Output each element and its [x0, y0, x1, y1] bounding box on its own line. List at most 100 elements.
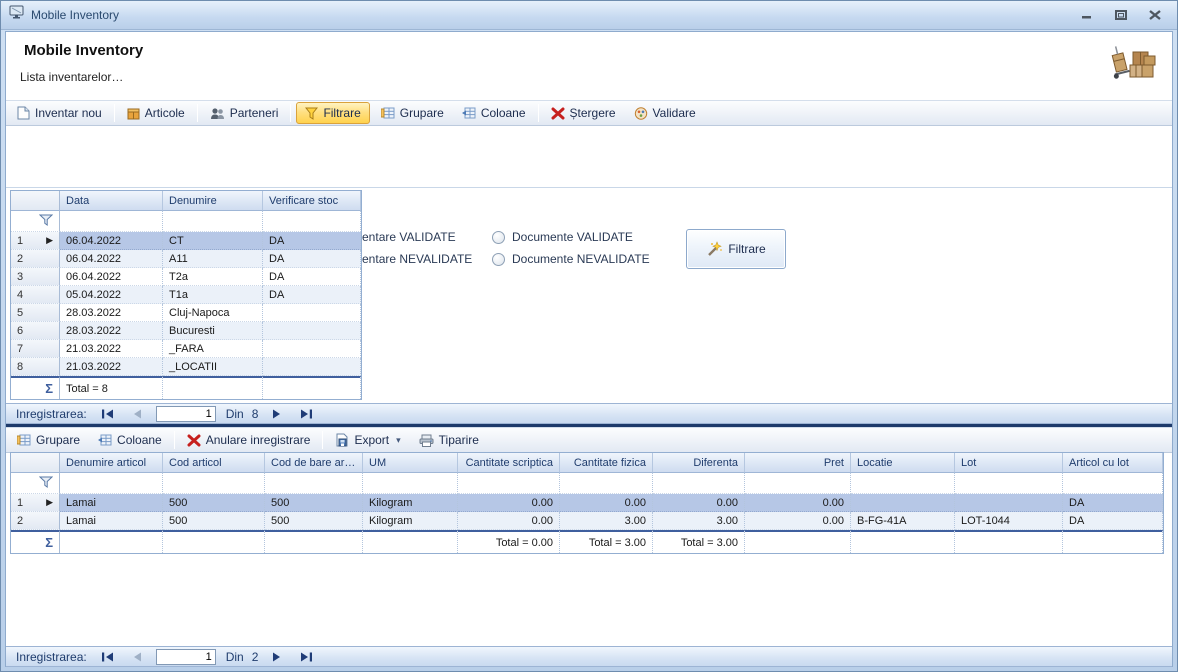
table-row[interactable]: 2Lamai500500Kilogram0.003.003.000.00B-FG…: [11, 512, 1163, 530]
column-header[interactable]: Lot: [955, 453, 1063, 473]
column-header[interactable]: Cod articol: [163, 453, 265, 473]
table-cell: [263, 322, 361, 340]
group-button[interactable]: Grupare: [372, 101, 453, 125]
filter-cell[interactable]: [163, 211, 263, 232]
record-number-input[interactable]: [156, 649, 216, 665]
table-row[interactable]: 628.03.2022Bucuresti: [11, 322, 361, 340]
close-button[interactable]: [1145, 8, 1165, 22]
radio-documente-nevalidate[interactable]: Documente NEVALIDATE: [492, 252, 650, 266]
table-cell: Lamai: [60, 494, 163, 512]
filter-cell[interactable]: [163, 473, 265, 494]
red-x-icon: [551, 107, 565, 120]
print-button[interactable]: Tiparire: [410, 428, 488, 452]
radio-documente-validate[interactable]: Documente VALIDATE: [492, 230, 633, 244]
export-dropdown-caret-icon[interactable]: ▾: [396, 435, 401, 446]
column-header[interactable]: Data: [60, 191, 163, 211]
navigator-label: Inregistrarea:: [16, 407, 87, 421]
export-button[interactable]: Export ▾: [326, 428, 409, 452]
filter-cell[interactable]: [458, 473, 560, 494]
new-inventory-button[interactable]: Inventar nou: [8, 101, 111, 125]
table-row[interactable]: 1▶Lamai500500Kilogram0.000.000.000.00DA: [11, 494, 1163, 512]
articles-button[interactable]: Articole: [118, 101, 194, 125]
column-header[interactable]: UM: [363, 453, 458, 473]
previous-record-button[interactable]: [128, 409, 146, 419]
red-x-icon: [187, 434, 201, 447]
next-record-button[interactable]: [268, 409, 286, 419]
last-record-button[interactable]: [296, 652, 317, 662]
column-header[interactable]: Locatie: [851, 453, 955, 473]
filter-cell[interactable]: [745, 473, 851, 494]
row-number-cell: 1▶: [11, 494, 60, 512]
detail-grid[interactable]: Denumire articolCod articolCod de bare a…: [10, 452, 1164, 554]
first-record-button[interactable]: [97, 409, 118, 419]
table-row[interactable]: 1▶06.04.2022CTDA: [11, 232, 361, 250]
sigma-icon: Σ: [11, 376, 60, 399]
column-header[interactable]: Verificare stoc: [263, 191, 361, 211]
last-record-button[interactable]: [296, 409, 317, 419]
window-title: Mobile Inventory: [31, 8, 119, 22]
current-row-arrow-icon: ▶: [46, 497, 53, 508]
filter-cell[interactable]: [1063, 473, 1163, 494]
record-number-input[interactable]: [156, 406, 216, 422]
first-record-button[interactable]: [97, 652, 118, 662]
minimize-button[interactable]: [1077, 8, 1097, 22]
column-header[interactable]: Cod de bare art…: [265, 453, 363, 473]
table-cell: 0.00: [745, 494, 851, 512]
table-cell: CT: [163, 232, 263, 250]
cancel-record-button[interactable]: Anulare inregistrare: [178, 428, 320, 452]
column-header[interactable]: Articol cu lot: [1063, 453, 1163, 473]
table-row[interactable]: 306.04.2022T2aDA: [11, 268, 361, 286]
delete-button[interactable]: Ștergere: [542, 101, 625, 125]
row-number-header: [11, 191, 60, 211]
filter-cell[interactable]: [60, 211, 163, 232]
filter-button[interactable]: Filtrare: [296, 102, 369, 124]
column-header[interactable]: Cantitate scriptica: [458, 453, 560, 473]
detail-columns-button[interactable]: Coloane: [89, 428, 171, 452]
filter-cell[interactable]: [955, 473, 1063, 494]
row-number-cell: 4: [11, 286, 60, 304]
table-row[interactable]: 721.03.2022_FARA: [11, 340, 361, 358]
filter-row[interactable]: [11, 473, 1163, 494]
filter-row[interactable]: [11, 211, 361, 232]
previous-record-button[interactable]: [128, 652, 146, 662]
filter-cell[interactable]: [653, 473, 745, 494]
apply-filter-button[interactable]: Filtrare: [686, 229, 786, 269]
column-header[interactable]: Cantitate fizica: [560, 453, 653, 473]
filter-cell[interactable]: [363, 473, 458, 494]
filter-row-indicator: [11, 211, 60, 232]
of-label: Din: [226, 650, 244, 664]
printer-icon: [419, 434, 434, 447]
detail-group-button[interactable]: Grupare: [8, 428, 89, 452]
detail-record-navigator: Inregistrarea: Din2: [6, 646, 1172, 667]
table-cell: B-FG-41A: [851, 512, 955, 530]
filter-cell[interactable]: [263, 211, 361, 232]
total-cell: Total = 3.00: [653, 530, 745, 553]
toolbar-separator: [197, 104, 198, 122]
table-row[interactable]: 528.03.2022Cluj-Napoca: [11, 304, 361, 322]
maximize-button[interactable]: [1111, 8, 1131, 22]
group-grid-icon: [381, 107, 395, 119]
table-row[interactable]: 206.04.2022A11DA: [11, 250, 361, 268]
filter-cell[interactable]: [560, 473, 653, 494]
column-header[interactable]: Pret: [745, 453, 851, 473]
column-header[interactable]: Denumire articol: [60, 453, 163, 473]
filter-cell[interactable]: [60, 473, 163, 494]
group-grid-icon: [17, 434, 31, 446]
partners-button[interactable]: Parteneri: [201, 101, 288, 125]
table-cell: Kilogram: [363, 512, 458, 530]
validate-button[interactable]: Validare: [625, 101, 705, 125]
next-record-button[interactable]: [268, 652, 286, 662]
column-header[interactable]: Denumire: [163, 191, 263, 211]
filter-cell[interactable]: [851, 473, 955, 494]
table-cell: 500: [265, 512, 363, 530]
table-cell: T1a: [163, 286, 263, 304]
boxes-illustration-icon: [1106, 44, 1158, 95]
table-row[interactable]: 405.04.2022T1aDA: [11, 286, 361, 304]
columns-button[interactable]: Coloane: [453, 101, 535, 125]
table-row[interactable]: 821.03.2022_LOCATII: [11, 358, 361, 376]
total-cell: [163, 530, 265, 553]
filter-cell[interactable]: [265, 473, 363, 494]
inventory-grid[interactable]: DataDenumireVerificare stoc 1▶06.04.2022C…: [10, 190, 362, 400]
panel-divider: [6, 187, 1172, 188]
column-header[interactable]: Diferenta: [653, 453, 745, 473]
